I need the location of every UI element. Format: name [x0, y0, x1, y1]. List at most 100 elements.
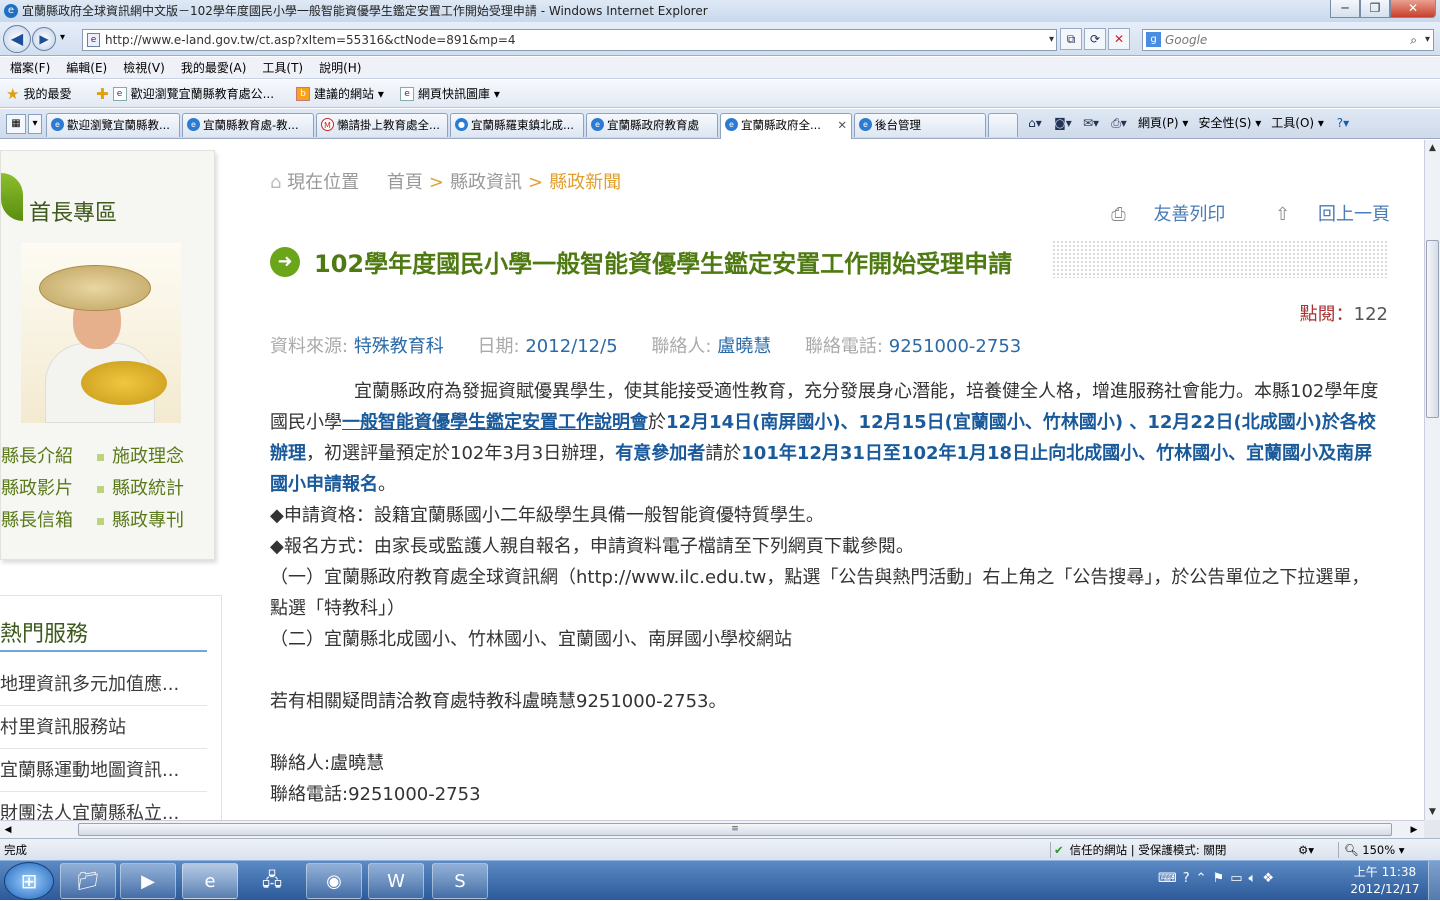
hot-item-village[interactable]: 村里資訊服務站: [0, 707, 207, 749]
compat-view-icon[interactable]: ⧉: [1060, 28, 1082, 50]
mail-icon[interactable]: ✉▾: [1082, 112, 1100, 134]
link-videos[interactable]: 縣政影片: [1, 473, 73, 505]
page-menu[interactable]: 網頁(P) ▾: [1138, 112, 1188, 134]
hot-item-foundation[interactable]: 財團法人宜蘭縣私立...: [0, 793, 207, 820]
stop-icon[interactable]: ✕: [1108, 28, 1130, 50]
show-desktop-button[interactable]: [1428, 861, 1440, 901]
fav-item-label: 網頁快訊圖庫 ▾: [418, 87, 500, 101]
fav-item-education[interactable]: ✚ e 歡迎瀏覽宜蘭縣教育處公...: [96, 80, 274, 108]
link-statistics[interactable]: 縣政統計: [97, 473, 184, 505]
dropbox-icon[interactable]: ❖: [1262, 871, 1280, 886]
safety-menu[interactable]: 安全性(S) ▾: [1198, 112, 1261, 134]
close-button[interactable]: ✕: [1390, 0, 1436, 18]
print-icon[interactable]: ⎙▾: [1110, 112, 1128, 134]
tab-6-active[interactable]: e 宜蘭縣政府全... ✕: [720, 113, 852, 139]
chief-title: 首長專區: [29, 201, 118, 226]
display-icon[interactable]: ▭: [1230, 871, 1248, 886]
search-icon[interactable]: ⌕: [1410, 30, 1417, 50]
help-tray-icon[interactable]: ?: [1183, 871, 1196, 886]
favorites-button[interactable]: ★ 我的最愛: [6, 80, 71, 108]
address-input[interactable]: e http://www.e-land.gov.tw/ct.asp?xItem=…: [82, 29, 1057, 51]
hot-item-sports-map[interactable]: 宜蘭縣運動地圖資訊...: [0, 750, 207, 792]
menu-edit[interactable]: 編輯(E): [66, 57, 107, 78]
forward-button[interactable]: ▶: [32, 27, 56, 51]
breadcrumb-info[interactable]: 縣政資訊: [450, 172, 522, 193]
zoom-control[interactable]: 🔍︎ 150% ▾: [1344, 839, 1405, 861]
quick-tabs-icon[interactable]: ▦: [6, 114, 26, 134]
scroll-down-icon[interactable]: ▼: [1425, 804, 1440, 820]
back-label: 回上一頁: [1318, 204, 1390, 225]
menu-file[interactable]: 檔案(F): [10, 57, 50, 78]
network-taskbar-icon[interactable]: 🖧: [244, 863, 300, 899]
history-dropdown[interactable]: ▾: [60, 32, 65, 43]
print-friendly-link[interactable]: ⎙ 友善列印: [1089, 204, 1225, 225]
scroll-right-icon[interactable]: ▶: [1406, 821, 1422, 839]
briefing-link[interactable]: 一般智能資優學生鑑定安置工作說明會: [342, 412, 648, 433]
fav-item-webslice[interactable]: e 網頁快訊圖庫 ▾: [400, 80, 500, 108]
horizontal-scroll-thumb[interactable]: ≡: [78, 823, 1392, 836]
new-tab-button[interactable]: [988, 113, 1018, 137]
link-magistrate-intro[interactable]: 縣長介紹: [1, 441, 73, 473]
show-hidden-icon[interactable]: ⌃: [1196, 871, 1213, 886]
tab-2[interactable]: e 宜蘭縣教育處-教...: [182, 113, 314, 137]
word-taskbar-icon[interactable]: W: [368, 863, 424, 899]
address-dropdown-icon[interactable]: ▾: [1049, 30, 1054, 50]
tab-7[interactable]: e 後台管理: [854, 113, 986, 137]
menu-tools[interactable]: 工具(T): [262, 57, 303, 78]
fav-item-suggested[interactable]: b 建議的網站 ▾: [296, 80, 384, 108]
phone-label: 聯絡電話:: [804, 336, 884, 357]
arrow-right-icon: ➜: [270, 246, 300, 277]
volume-icon[interactable]: 🔈︎: [1249, 871, 1263, 886]
search-input[interactable]: g Google ⌕ ▾: [1142, 29, 1434, 51]
link-label: 縣政統計: [112, 478, 184, 499]
tools-menu[interactable]: 工具(O) ▾: [1271, 112, 1324, 134]
breadcrumb-current[interactable]: 縣政新聞: [549, 172, 621, 193]
minimize-button[interactable]: ─: [1330, 0, 1360, 18]
vertical-scroll-thumb[interactable]: [1426, 240, 1439, 418]
feeds-icon[interactable]: ◙▾: [1054, 112, 1072, 134]
clock[interactable]: 上午 11:38 2012/12/17: [1348, 864, 1422, 898]
addons-icon[interactable]: ⚙▾: [1298, 839, 1314, 861]
horizontal-scrollbar[interactable]: ◀ ≡ ▶: [0, 820, 1424, 838]
media-player-taskbar-icon[interactable]: ▶: [120, 863, 176, 899]
scroll-up-icon[interactable]: ▲: [1425, 140, 1440, 156]
start-button[interactable]: ⊞: [4, 862, 54, 900]
help-icon[interactable]: ?▾: [1334, 112, 1352, 134]
vertical-scrollbar[interactable]: ▲ ▼: [1424, 140, 1440, 820]
maximize-button[interactable]: ❐: [1360, 0, 1390, 18]
home-icon[interactable]: ⌂▾: [1026, 112, 1044, 134]
tab-list-dropdown[interactable]: ▾: [28, 114, 42, 134]
hot-item-gis[interactable]: 地理資訊多元加值應...: [0, 664, 207, 706]
breadcrumb-home[interactable]: 首頁: [387, 172, 423, 193]
back-button[interactable]: ◀: [3, 25, 31, 53]
link-mailbox[interactable]: 縣長信箱: [1, 505, 73, 537]
refresh-icon[interactable]: ⟳: [1084, 28, 1106, 50]
flag-icon[interactable]: ⚑: [1213, 871, 1231, 886]
tab-3[interactable]: M 懶請掛上教育處全...: [316, 113, 448, 137]
scroll-left-icon[interactable]: ◀: [0, 821, 16, 839]
menu-view[interactable]: 檢視(V): [123, 57, 165, 78]
close-tab-icon[interactable]: ✕: [837, 114, 847, 136]
security-zone[interactable]: ✔ 信任的網站 | 受保護模式: 關閉: [1054, 839, 1226, 861]
menu-favorites[interactable]: 我的最愛(A): [181, 57, 247, 78]
tab-5[interactable]: e 宜蘭縣政府教育處: [586, 113, 718, 137]
skype-taskbar-icon[interactable]: S: [432, 863, 488, 899]
link-label: 施政理念: [112, 446, 184, 467]
explorer-taskbar-icon[interactable]: 📁︎: [60, 863, 116, 899]
search-dropdown-icon[interactable]: ▾: [1425, 30, 1430, 50]
chrome-taskbar-icon[interactable]: ◉: [306, 863, 362, 899]
link-policy[interactable]: 施政理念: [97, 441, 184, 473]
ie-taskbar-icon[interactable]: e: [182, 863, 238, 899]
link-publication[interactable]: 縣政專刊: [97, 505, 184, 537]
tab-4[interactable]: ● 宜蘭縣羅東鎮北成...: [450, 113, 584, 137]
paragraph-eligibility: ◆申請資格：設籍宜蘭縣國小二年級學生具備一般智能資優特質學生。: [270, 505, 824, 526]
keyboard-icon[interactable]: ⌨: [1158, 871, 1183, 886]
date-value: 2012/12/5: [525, 336, 618, 357]
search-placeholder: Google: [1165, 33, 1208, 47]
menu-help[interactable]: 說明(H): [319, 57, 361, 78]
date-label: 日期:: [477, 336, 520, 357]
back-link[interactable]: ⇧ 回上一頁: [1253, 204, 1390, 225]
add-favorite-icon[interactable]: ✚: [96, 80, 109, 108]
tab-1[interactable]: e 歡迎瀏覽宜蘭縣教...: [46, 113, 180, 137]
